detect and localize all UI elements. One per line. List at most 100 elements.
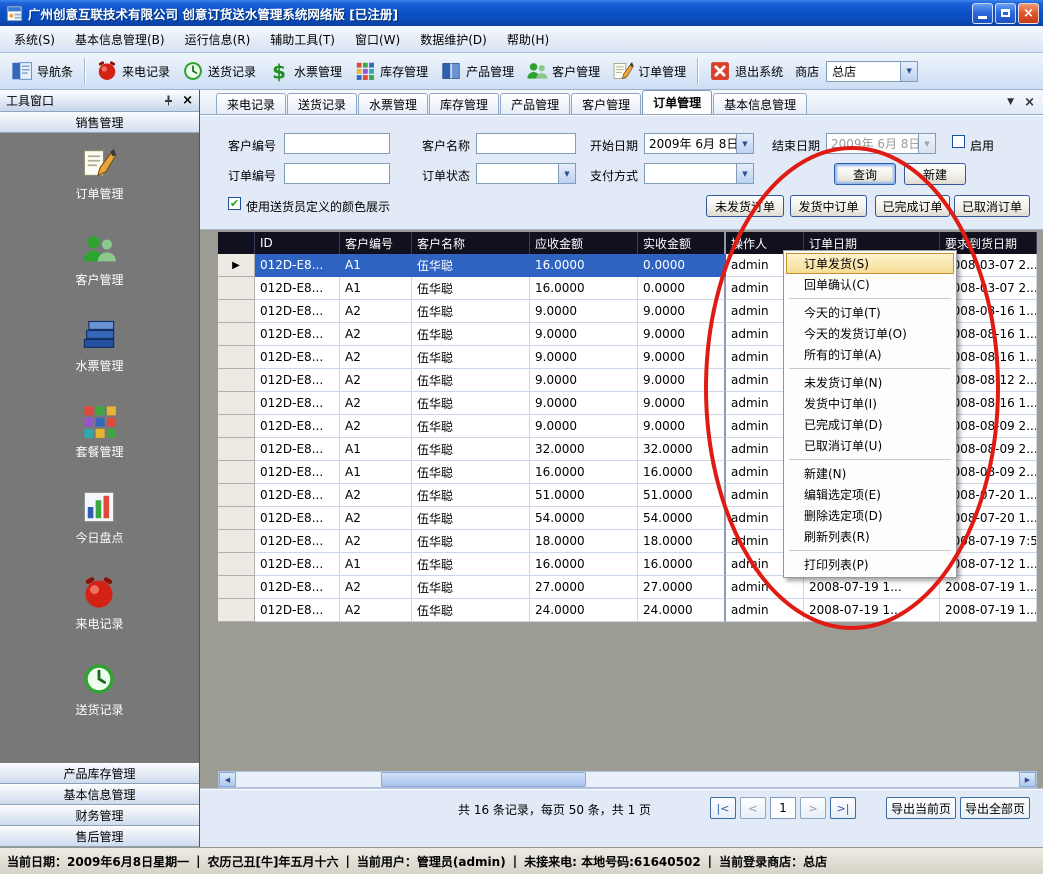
grid-cell[interactable]: 9.0000 [638,415,726,438]
grid-cell[interactable]: 伍华聪 [412,254,530,277]
sidebar-item-package-grid[interactable]: 套餐管理 [75,403,123,460]
tab-2[interactable]: 送货记录 [287,93,357,114]
close-icon[interactable]: × [182,94,193,107]
chevron-down-icon[interactable]: ▼ [900,62,917,81]
menubar-item-3[interactable]: 运行信息(R) [175,26,261,53]
grid-cell[interactable]: 9.0000 [530,415,638,438]
grid-cell[interactable]: 2008-07-19 1... [804,576,940,599]
grid-cell[interactable]: 24.0000 [530,599,638,622]
grid-cell[interactable]: A2 [340,346,412,369]
grid-cell[interactable]: admin [726,576,804,599]
minimize-button[interactable] [972,3,993,24]
grid-cell[interactable]: 伍华聪 [412,576,530,599]
grid-cell[interactable]: 012D-E8... [255,369,340,392]
context-menu-item[interactable]: 新建(N) [786,463,954,484]
grid-cell[interactable]: 54.0000 [530,507,638,530]
grid-cell[interactable]: 32.0000 [530,438,638,461]
grid-cell[interactable]: 012D-E8... [255,507,340,530]
horizontal-scrollbar[interactable]: ◀ ▶ [218,771,1037,788]
grid-cell[interactable]: 012D-E8... [255,300,340,323]
table-row[interactable]: 012D-E8...A2伍华聪24.000024.0000admin2008-0… [218,599,1037,622]
grid-cell[interactable]: 012D-E8... [255,254,340,277]
tab-8[interactable]: 基本信息管理 [713,93,807,114]
grid-cell[interactable]: 012D-E8... [255,484,340,507]
table-row[interactable]: 012D-E8...A2伍华聪27.000027.0000admin2008-0… [218,576,1037,599]
store-dropdown[interactable]: 总店 ▼ [826,61,918,82]
context-menu-item[interactable]: 所有的订单(A) [786,344,954,365]
tab-1[interactable]: 来电记录 [216,93,286,114]
grid-cell[interactable]: 16.0000 [530,461,638,484]
sidebar-item-order-pen[interactable]: 订单管理 [75,145,123,202]
sidebar-section-button-4[interactable]: 售后管理 [0,826,199,847]
grid-cell[interactable]: 2008-07-19 1... [940,599,1037,622]
grid-cell[interactable]: 012D-E8... [255,415,340,438]
grid-cell[interactable]: A1 [340,461,412,484]
grid-cell[interactable]: 16.0000 [638,461,726,484]
grid-cell[interactable]: 012D-E8... [255,576,340,599]
grid-cell[interactable]: 16.0000 [530,277,638,300]
pin-icon[interactable] [163,95,174,106]
row-selector[interactable]: ▶ [218,254,255,277]
export-all-pages-button[interactable]: 导出全部页 [960,797,1030,819]
row-selector[interactable] [218,415,255,438]
grid-cell[interactable]: 伍华聪 [412,438,530,461]
column-header[interactable]: 应收金额 [530,232,638,254]
grid-cell[interactable]: A2 [340,576,412,599]
grid-cell[interactable]: A1 [340,277,412,300]
grid-cell[interactable]: 9.0000 [638,369,726,392]
row-selector[interactable] [218,507,255,530]
grid-cell[interactable]: 9.0000 [638,323,726,346]
toolbar-button-call-record[interactable]: 来电记录 [90,56,176,86]
grid-cell[interactable]: A2 [340,530,412,553]
chevron-down-icon[interactable]: ▼ [736,134,753,153]
sidebar-section-button-3[interactable]: 财务管理 [0,805,199,826]
tab-close-icon[interactable]: × [1024,96,1035,109]
grid-cell[interactable]: 9.0000 [530,323,638,346]
grid-cell[interactable]: 012D-E8... [255,392,340,415]
grid-cell[interactable]: A2 [340,507,412,530]
grid-cell[interactable]: 9.0000 [638,300,726,323]
row-selector[interactable] [218,599,255,622]
completed-orders-button[interactable]: 已完成订单 [875,195,950,217]
grid-cell[interactable]: 012D-E8... [255,346,340,369]
row-selector[interactable] [218,300,255,323]
grid-cell[interactable]: 伍华聪 [412,277,530,300]
scroll-left-button[interactable]: ◀ [219,772,236,787]
tab-list-icon[interactable]: ▼ [1007,98,1014,107]
prev-page-button[interactable]: < [740,797,766,819]
grid-cell[interactable]: 9.0000 [530,392,638,415]
titlebar[interactable]: 广州创意互联技术有限公司 创意订货送水管理系统网络版 [已注册] × [0,0,1043,26]
column-header[interactable]: 客户名称 [412,232,530,254]
grid-cell[interactable]: 9.0000 [530,369,638,392]
grid-cell[interactable]: 012D-E8... [255,323,340,346]
grid-cell[interactable]: 伍华聪 [412,507,530,530]
grid-cell[interactable]: A2 [340,415,412,438]
column-header[interactable]: 客户编号 [340,232,412,254]
context-menu-item[interactable]: 已取消订单(U) [786,435,954,456]
toolbar-button-delivery-clock[interactable]: 送货记录 [176,56,262,86]
grid-cell[interactable]: 27.0000 [530,576,638,599]
grid-cell[interactable]: 012D-E8... [255,530,340,553]
grid-cell[interactable]: 16.0000 [638,553,726,576]
grid-cell[interactable]: 51.0000 [530,484,638,507]
grid-cell[interactable]: 18.0000 [638,530,726,553]
grid-cell[interactable]: 51.0000 [638,484,726,507]
context-menu-item[interactable]: 打印列表(P) [786,554,954,575]
tab-3[interactable]: 水票管理 [358,93,428,114]
grid-cell[interactable]: A1 [340,254,412,277]
tab-5[interactable]: 产品管理 [500,93,570,114]
context-menu-item[interactable]: 回单确认(C) [786,274,954,295]
grid-cell[interactable]: 012D-E8... [255,553,340,576]
sidebar-item-call-record[interactable]: 来电记录 [75,575,123,632]
grid-cell[interactable]: 16.0000 [530,254,638,277]
toolbar-button-customer[interactable]: 客户管理 [520,56,606,86]
row-selector[interactable] [218,484,255,507]
grid-cell[interactable]: A2 [340,369,412,392]
grid-cell[interactable]: 16.0000 [530,553,638,576]
tab-7[interactable]: 订单管理 [642,90,712,114]
order-status-dropdown[interactable]: ▼ [476,163,576,184]
context-menu-item[interactable]: 今天的订单(T) [786,302,954,323]
row-selector[interactable] [218,369,255,392]
pay-method-dropdown[interactable]: ▼ [644,163,754,184]
grid-cell[interactable]: 伍华聪 [412,553,530,576]
